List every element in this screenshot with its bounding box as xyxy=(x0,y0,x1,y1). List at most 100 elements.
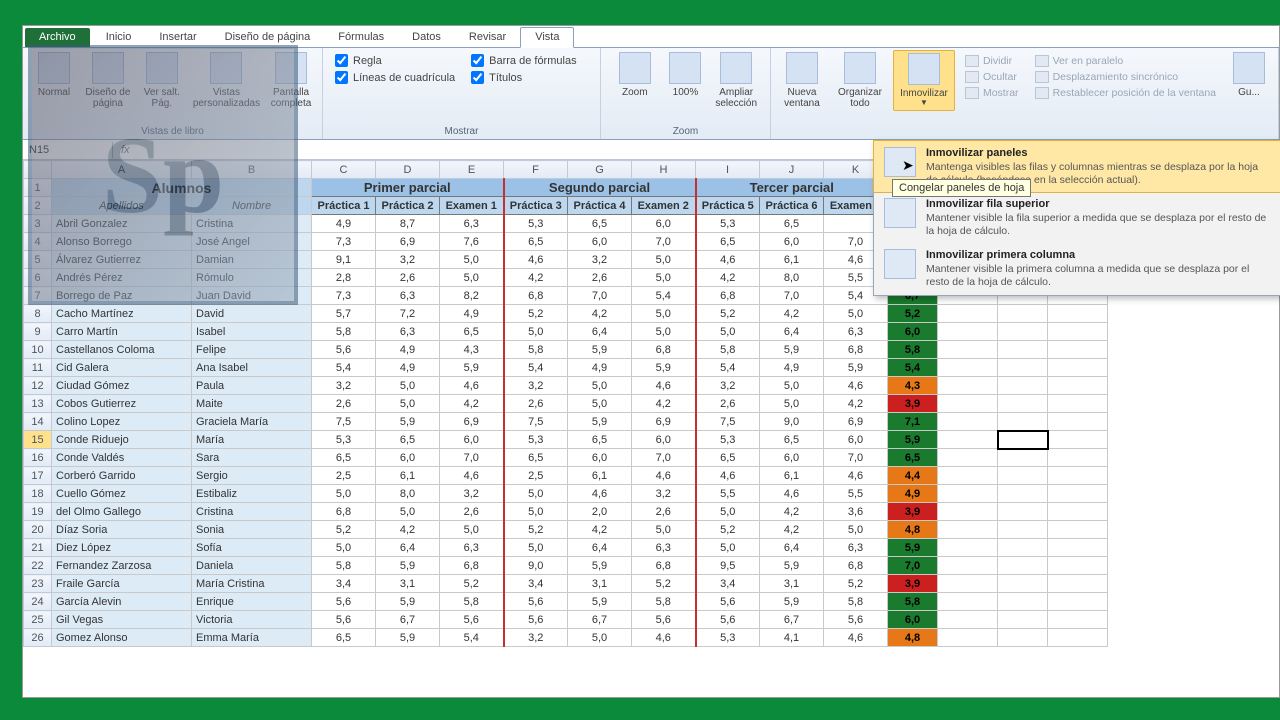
cell-value[interactable]: 5,9 xyxy=(376,413,440,431)
cell-value[interactable]: 7,0 xyxy=(632,449,696,467)
row-header[interactable]: 17 xyxy=(24,467,52,485)
cell[interactable] xyxy=(938,503,998,521)
cell-value[interactable]: 4,6 xyxy=(440,467,504,485)
cell-value[interactable]: 3,4 xyxy=(312,575,376,593)
cell-apellido[interactable]: Alonso Borrego xyxy=(52,233,192,251)
cell[interactable] xyxy=(998,323,1048,341)
cell-value[interactable]: 5,8 xyxy=(632,593,696,611)
cell-value[interactable]: 6,5 xyxy=(504,449,568,467)
cell-value[interactable]: 6,9 xyxy=(824,413,888,431)
cell[interactable] xyxy=(1048,341,1108,359)
cell-value[interactable]: 5,4 xyxy=(504,359,568,377)
tab-datos[interactable]: Datos xyxy=(398,28,455,47)
row-header[interactable]: 9 xyxy=(24,323,52,341)
cell-value[interactable]: 5,9 xyxy=(760,341,824,359)
cell-value[interactable]: 7,3 xyxy=(312,233,376,251)
cell-apellido[interactable]: Abril Gonzalez xyxy=(52,215,192,233)
cell[interactable] xyxy=(998,611,1048,629)
cell-value[interactable]: 6,0 xyxy=(632,215,696,233)
chk-lineas-cuadricula[interactable]: Líneas de cuadrícula xyxy=(335,71,455,84)
cell[interactable] xyxy=(938,359,998,377)
cell-value[interactable]: 5,0 xyxy=(440,269,504,287)
cell-apellido[interactable]: Conde Riduejo xyxy=(52,431,192,449)
cell-value[interactable]: 6,8 xyxy=(824,557,888,575)
cell-apellido[interactable]: del Olmo Gallego xyxy=(52,503,192,521)
cell-value[interactable]: 5,0 xyxy=(376,377,440,395)
cell-value[interactable]: 5,4 xyxy=(696,359,760,377)
cell-value[interactable]: 5,2 xyxy=(632,575,696,593)
cell-value[interactable]: 5,3 xyxy=(504,215,568,233)
cell-value[interactable]: 4,9 xyxy=(376,341,440,359)
cell-nombre[interactable]: Sofía xyxy=(192,539,312,557)
row-header[interactable]: 25 xyxy=(24,611,52,629)
cell-apellido[interactable]: Álvarez Gutierrez xyxy=(52,251,192,269)
cell-value[interactable]: 6,8 xyxy=(824,341,888,359)
cell[interactable] xyxy=(1048,359,1108,377)
cell-nombre[interactable]: Emma María xyxy=(192,629,312,647)
cell-nombre[interactable]: Felipe xyxy=(192,341,312,359)
cell[interactable] xyxy=(938,395,998,413)
cell-value[interactable]: 4,9 xyxy=(376,359,440,377)
cell-value[interactable]: 6,3 xyxy=(440,539,504,557)
cell-average[interactable]: 3,9 xyxy=(888,575,938,593)
row-header[interactable]: 12 xyxy=(24,377,52,395)
cell-value[interactable]: 5,9 xyxy=(376,629,440,647)
cell-value[interactable]: 9,1 xyxy=(312,251,376,269)
col-header[interactable]: F xyxy=(504,161,568,179)
cell[interactable] xyxy=(938,449,998,467)
cell-value[interactable]: 4,6 xyxy=(632,377,696,395)
col-header[interactable]: A xyxy=(52,161,192,179)
cell-average[interactable]: 5,4 xyxy=(888,359,938,377)
cell[interactable] xyxy=(998,467,1048,485)
cell-value[interactable]: 5,9 xyxy=(824,359,888,377)
cell-value[interactable]: 4,2 xyxy=(440,395,504,413)
cell-average[interactable]: 4,8 xyxy=(888,521,938,539)
cell-value[interactable]: 6,5 xyxy=(504,233,568,251)
side-by-side-button[interactable]: Ver en paralelo xyxy=(1035,54,1216,68)
cell[interactable] xyxy=(1048,611,1108,629)
cell-value[interactable]: 2,6 xyxy=(376,269,440,287)
row-header[interactable]: 11 xyxy=(24,359,52,377)
cell[interactable] xyxy=(998,575,1048,593)
freeze-panes-button[interactable]: Inmovilizar▼ xyxy=(893,50,955,111)
cell-nombre[interactable]: Victoria xyxy=(192,611,312,629)
cell-apellido[interactable]: Ciudad Gómez xyxy=(52,377,192,395)
cell-nombre[interactable]: Sonia xyxy=(192,521,312,539)
cell-value[interactable]: 5,2 xyxy=(504,305,568,323)
row-header[interactable]: 14 xyxy=(24,413,52,431)
cell-average[interactable]: 5,2 xyxy=(888,305,938,323)
cell[interactable] xyxy=(938,485,998,503)
cell-value[interactable]: 7,0 xyxy=(440,449,504,467)
cell-value[interactable]: 8,7 xyxy=(376,215,440,233)
cell-value[interactable]: 4,2 xyxy=(824,395,888,413)
cell[interactable] xyxy=(1048,305,1108,323)
cell-value[interactable]: 6,8 xyxy=(504,287,568,305)
cell-value[interactable]: 3,4 xyxy=(696,575,760,593)
cell-value[interactable]: 5,6 xyxy=(504,593,568,611)
tab-insertar[interactable]: Insertar xyxy=(145,28,210,47)
cell-apellido[interactable]: Cid Galera xyxy=(52,359,192,377)
cell-value[interactable]: 6,7 xyxy=(568,611,632,629)
cell-average[interactable]: 3,9 xyxy=(888,395,938,413)
cell-average[interactable]: 4,8 xyxy=(888,629,938,647)
cell[interactable] xyxy=(1048,467,1108,485)
cell-value[interactable]: 4,2 xyxy=(568,305,632,323)
view-fullscreen-button[interactable]: Pantalla completa xyxy=(266,50,316,111)
cell-value[interactable]: 5,8 xyxy=(312,323,376,341)
cell[interactable] xyxy=(998,557,1048,575)
split-button[interactable]: Dividir xyxy=(965,54,1019,68)
cell-average[interactable]: 6,0 xyxy=(888,323,938,341)
cell-nombre[interactable]: Cristina xyxy=(192,503,312,521)
new-window-button[interactable]: Nueva ventana xyxy=(777,50,827,111)
cell-value[interactable]: 5,2 xyxy=(696,305,760,323)
col-header[interactable]: I xyxy=(696,161,760,179)
cell-value[interactable]: 5,8 xyxy=(440,593,504,611)
cell-average[interactable]: 3,9 xyxy=(888,503,938,521)
cell-value[interactable]: 3,1 xyxy=(568,575,632,593)
cell[interactable] xyxy=(1048,593,1108,611)
cell-value[interactable]: 5,0 xyxy=(504,485,568,503)
cell-value[interactable]: 4,6 xyxy=(632,629,696,647)
reset-position-button[interactable]: Restablecer posición de la ventana xyxy=(1035,86,1216,100)
save-workspace-button[interactable]: Gu... xyxy=(1226,50,1272,100)
cell-value[interactable]: 6,1 xyxy=(376,467,440,485)
